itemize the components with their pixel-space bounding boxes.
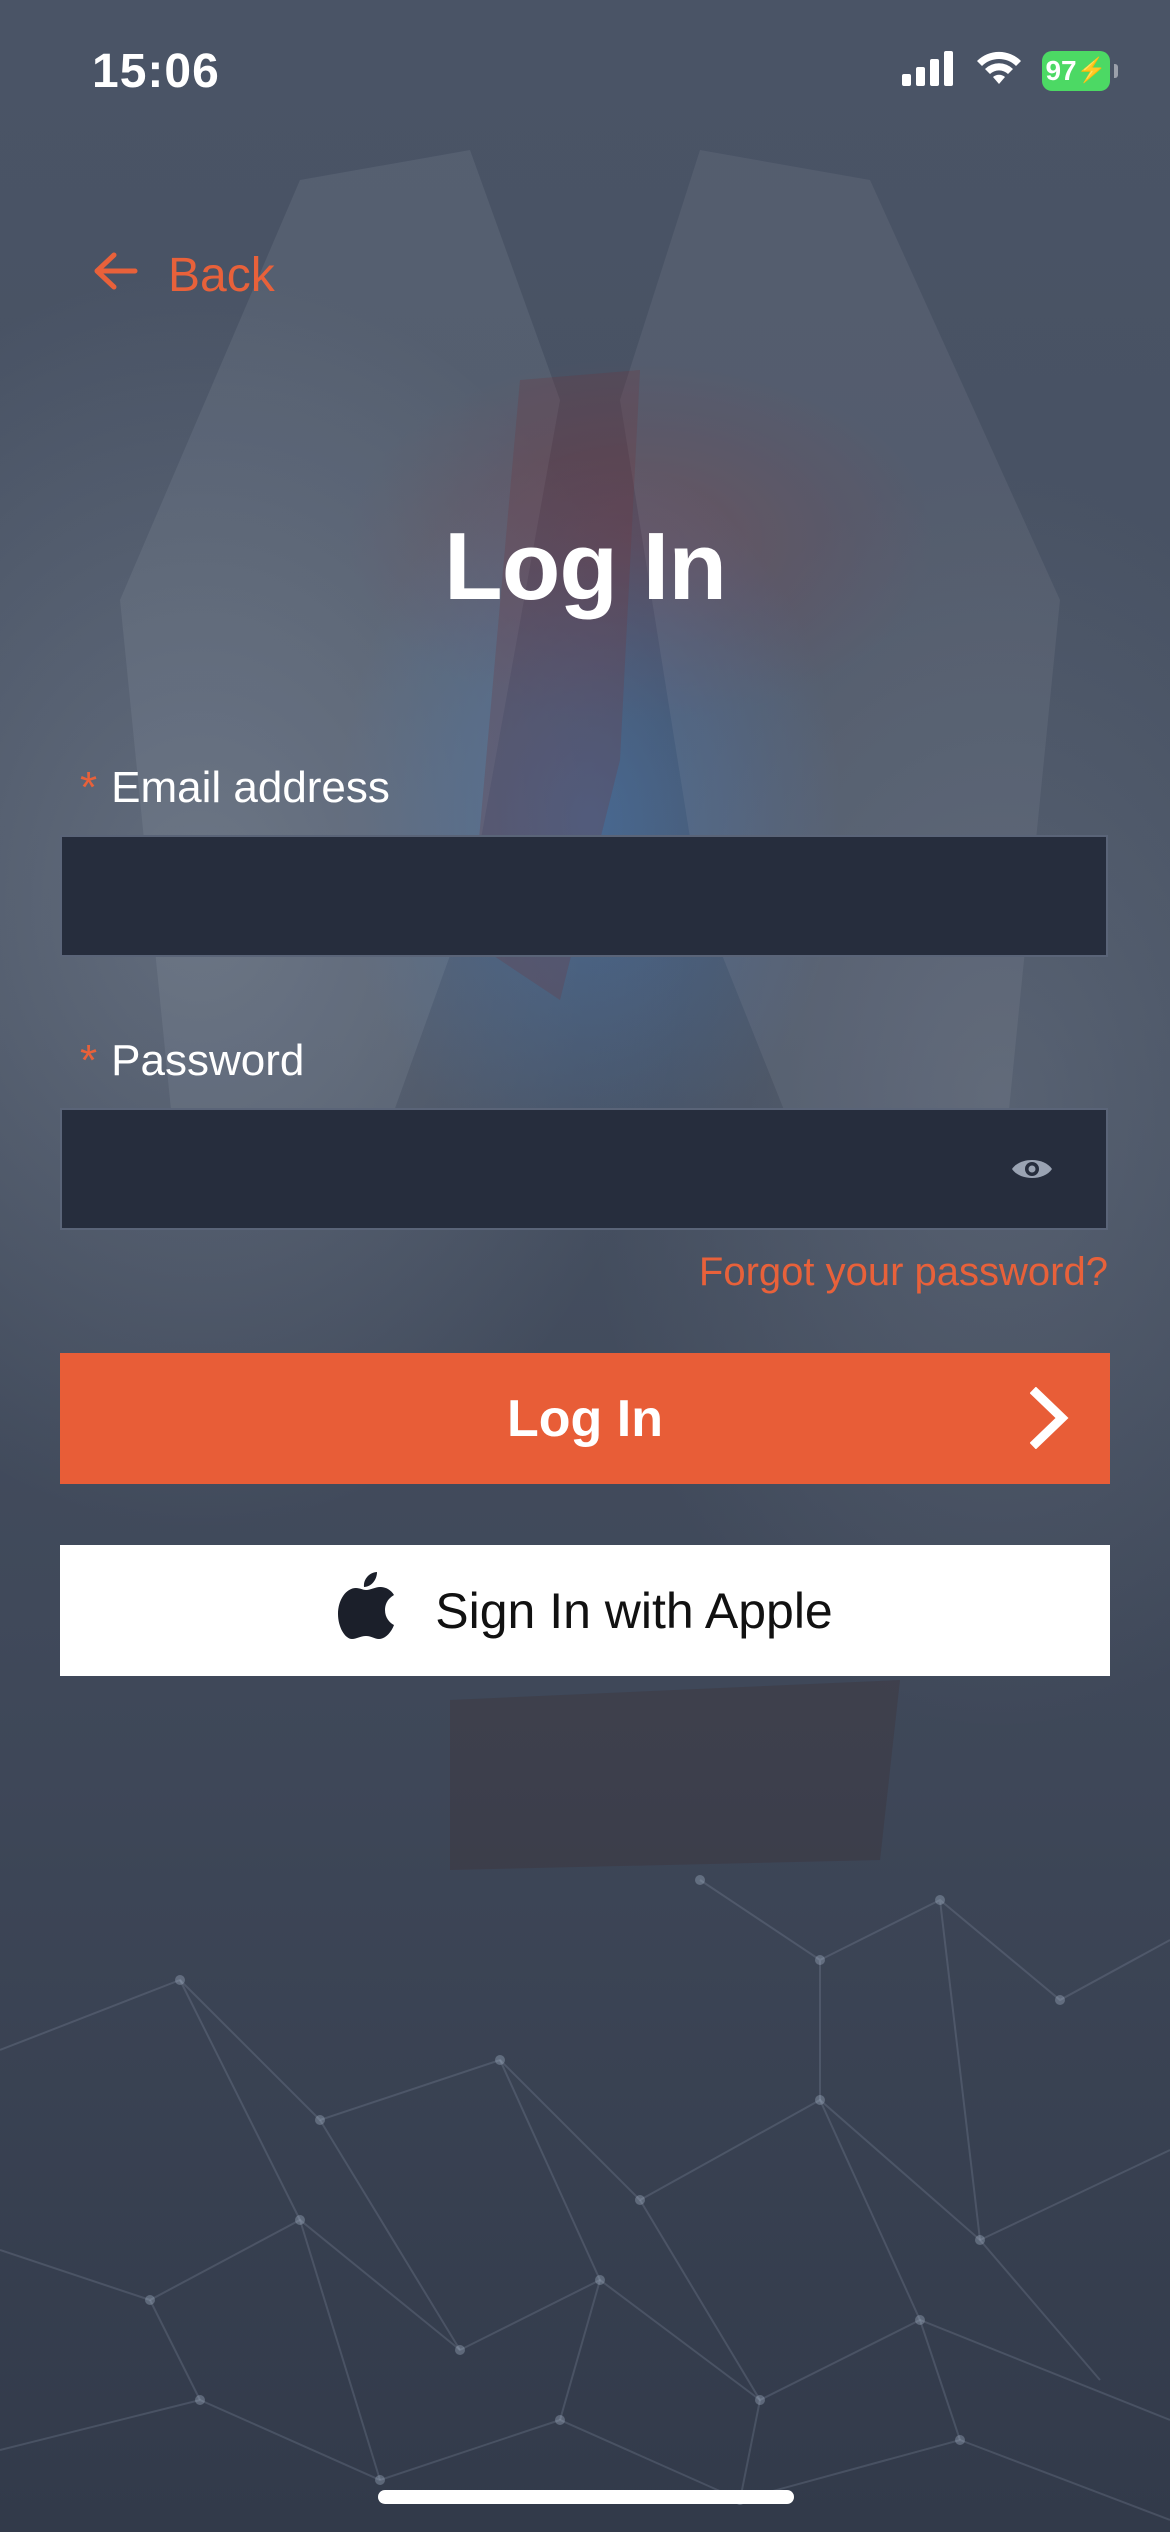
email-label: * Email address bbox=[80, 763, 390, 813]
password-label-text: Password bbox=[111, 1036, 305, 1085]
login-button[interactable]: Log In bbox=[60, 1353, 1110, 1484]
required-marker: * bbox=[80, 1036, 98, 1085]
email-label-text: Email address bbox=[111, 763, 390, 812]
apple-button-label: Sign In with Apple bbox=[435, 1582, 833, 1639]
apple-logo-icon bbox=[337, 1570, 395, 1652]
cellular-signal-icon bbox=[902, 50, 956, 91]
status-time: 15:06 bbox=[92, 45, 220, 98]
page-title: Log In bbox=[444, 513, 727, 620]
forgot-password-link[interactable]: Forgot your password? bbox=[699, 1250, 1108, 1295]
password-label: * Password bbox=[80, 1036, 304, 1086]
arrow-left-icon bbox=[92, 248, 138, 303]
home-indicator[interactable] bbox=[378, 2490, 794, 2504]
back-button[interactable]: Back bbox=[92, 248, 275, 303]
battery-charging-icon: 97 ⚡ bbox=[1042, 50, 1118, 91]
required-marker: * bbox=[80, 763, 98, 812]
sign-in-with-apple-button[interactable]: Sign In with Apple bbox=[60, 1545, 1110, 1676]
back-label: Back bbox=[168, 249, 275, 302]
status-indicators: 97 ⚡ bbox=[902, 50, 1118, 91]
eye-icon[interactable] bbox=[1010, 1154, 1054, 1189]
battery-level: 97 bbox=[1045, 54, 1077, 86]
password-field[interactable] bbox=[60, 1108, 1108, 1230]
wifi-icon bbox=[974, 50, 1024, 91]
login-button-label: Log In bbox=[507, 1389, 663, 1448]
chevron-right-icon bbox=[1029, 1386, 1070, 1462]
email-field[interactable] bbox=[60, 835, 1108, 957]
